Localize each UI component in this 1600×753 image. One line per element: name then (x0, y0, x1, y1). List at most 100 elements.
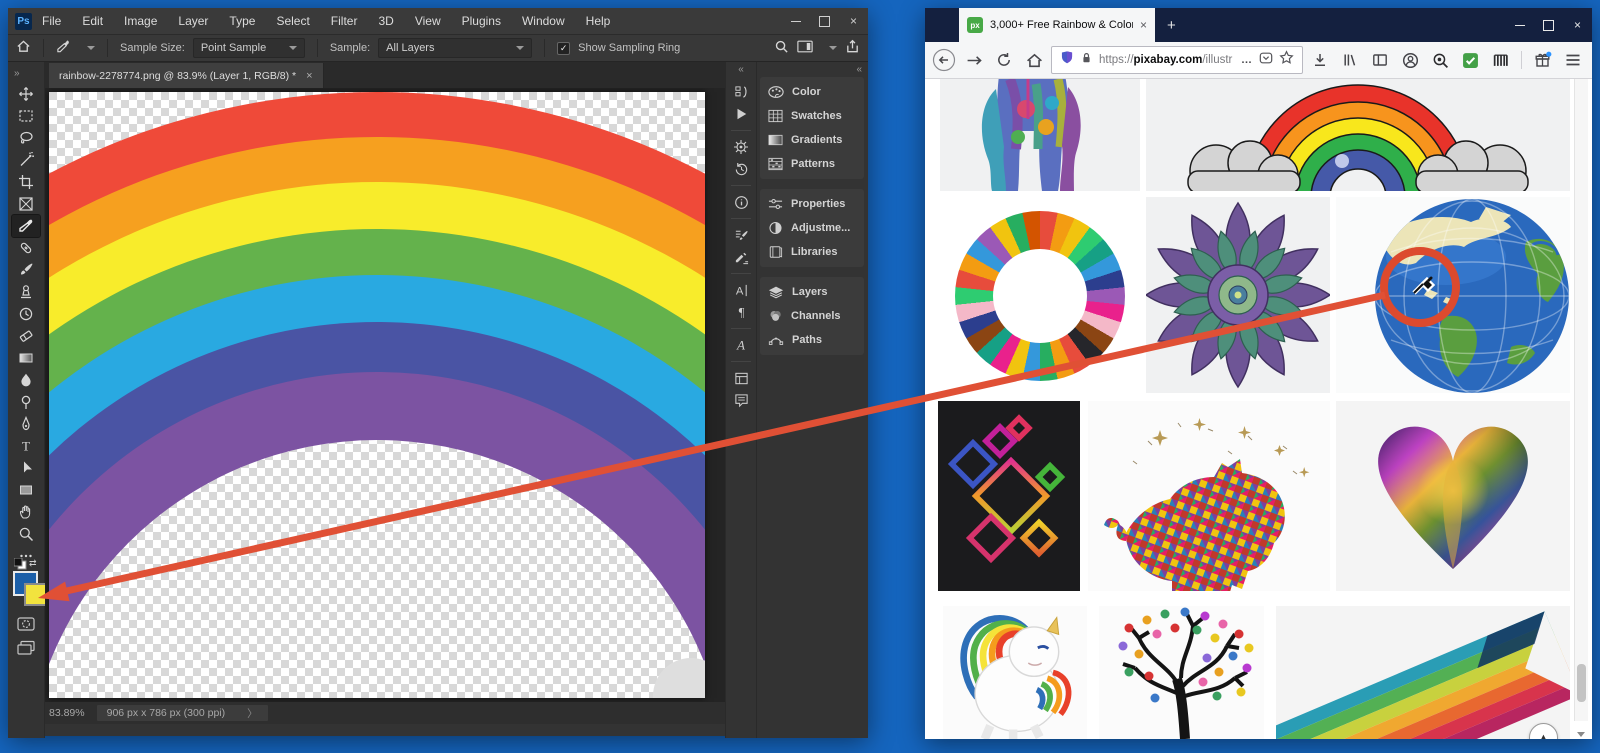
home-button[interactable] (1021, 47, 1047, 73)
clone-stamp-tool[interactable] (12, 281, 40, 303)
image-tile-rainbow-clouds[interactable] (1146, 79, 1570, 191)
sample-dropdown[interactable]: All Layers (378, 38, 532, 58)
spot-healing-brush-tool[interactable] (12, 237, 40, 259)
panel-tab-paths[interactable]: Paths (760, 328, 864, 352)
brush-tool[interactable] (12, 259, 40, 281)
panel-tab-layers[interactable]: Layers (760, 280, 864, 304)
rainbow-canvas[interactable] (49, 92, 705, 698)
glyphs-icon[interactable]: A (729, 334, 753, 356)
swap-colors-icon[interactable]: ⇄ (29, 558, 37, 569)
image-tile-colorful-elephant[interactable] (940, 79, 1140, 191)
frame-tool[interactable] (12, 193, 40, 215)
tracking-shield-icon[interactable] (1060, 50, 1074, 70)
share-icon[interactable] (845, 39, 860, 57)
panel-tab-channels[interactable]: Channels (760, 304, 864, 328)
account-icon[interactable] (1397, 47, 1423, 73)
panel-tab-patterns[interactable]: Patterns (760, 152, 864, 176)
menu-plugins[interactable]: Plugins (462, 14, 501, 28)
page-actions-icon[interactable]: … (1241, 54, 1253, 66)
navigator-icon[interactable] (729, 136, 753, 158)
panel-tab-swatches[interactable]: Swatches (760, 104, 864, 128)
pocket-icon[interactable] (1259, 51, 1273, 70)
notes-icon[interactable] (729, 389, 753, 411)
move-tool[interactable] (12, 83, 40, 105)
screen-mode-icon[interactable] (17, 640, 35, 659)
back-button[interactable] (931, 47, 957, 73)
object-selection-tool[interactable] (12, 149, 40, 171)
image-tile-rainbow-ribbon[interactable] (1276, 606, 1570, 739)
reload-button[interactable] (991, 47, 1017, 73)
hand-tool[interactable] (12, 501, 40, 523)
forward-button[interactable] (961, 47, 987, 73)
image-tile-rainbow-unicorn[interactable] (943, 606, 1087, 739)
scrollbar-thumb[interactable] (1577, 664, 1586, 702)
lock-icon[interactable] (1080, 51, 1093, 70)
paragraph-icon[interactable]: ¶ (729, 301, 753, 323)
blur-tool[interactable] (12, 369, 40, 391)
menu-view[interactable]: View (415, 14, 441, 28)
panel-tab-properties[interactable]: Properties (760, 192, 864, 216)
menu-filter[interactable]: Filter (331, 14, 358, 28)
toolbar-expand-chevrons[interactable]: » (14, 68, 20, 79)
bookmark-star-icon[interactable] (1279, 50, 1294, 70)
panel-tab-gradients[interactable]: Gradients (760, 128, 864, 152)
ps-maximize-button[interactable] (810, 8, 839, 34)
home-icon[interactable] (16, 39, 31, 57)
menu-window[interactable]: Window (522, 14, 565, 28)
sidebar-icon[interactable] (1367, 47, 1393, 73)
brushes-icon[interactable] (729, 246, 753, 268)
image-tile-mandala[interactable] (1146, 197, 1330, 393)
pen-tool[interactable] (12, 413, 40, 435)
gradient-tool[interactable] (12, 347, 40, 369)
path-selection-tool[interactable] (12, 457, 40, 479)
whats-new-gift-icon[interactable] (1530, 47, 1556, 73)
grid-extension-icon[interactable] (1487, 47, 1513, 73)
workspace-icon[interactable] (797, 40, 813, 56)
panel-tab-adjustments[interactable]: Adjustme... (760, 216, 864, 240)
menu-3d[interactable]: 3D (378, 14, 393, 28)
menu-layer[interactable]: Layer (178, 14, 208, 28)
layer-comps-icon[interactable] (729, 367, 753, 389)
tab-close-icon[interactable]: × (1140, 18, 1147, 32)
info-icon[interactable] (729, 191, 753, 213)
search-icon[interactable] (774, 39, 789, 57)
document-dimensions[interactable]: 906 px x 786 px (300 ppi) 〉 (97, 705, 268, 721)
collapse-panels-chevrons[interactable]: « (738, 64, 744, 75)
search-extension-icon[interactable] (1427, 47, 1453, 73)
version-history-icon[interactable] (729, 81, 753, 103)
fx-minimize-button[interactable] (1505, 12, 1534, 38)
scrollbar-down-arrow[interactable] (1577, 732, 1585, 737)
dodge-tool[interactable] (12, 391, 40, 413)
crop-tool[interactable] (12, 171, 40, 193)
eyedropper-tool[interactable] (12, 215, 40, 237)
chevron-down-icon[interactable] (829, 46, 837, 50)
type-tool[interactable]: T (12, 435, 40, 457)
eyedropper-preset-icon[interactable] (56, 39, 71, 57)
download-icon[interactable] (1307, 47, 1333, 73)
menu-type[interactable]: Type (229, 14, 255, 28)
zoom-tool[interactable] (12, 523, 40, 545)
menu-help[interactable]: Help (586, 14, 611, 28)
browser-scrollbar[interactable] (1574, 79, 1588, 721)
image-tile-heart-tree[interactable] (1099, 606, 1264, 739)
image-tile-mosaic-unicorn[interactable] (1088, 401, 1330, 591)
chevron-down-icon[interactable] (87, 46, 95, 50)
actions-icon[interactable] (729, 103, 753, 125)
fx-close-button[interactable]: × (1563, 12, 1592, 38)
new-tab-button[interactable]: + (1167, 17, 1176, 34)
menu-select[interactable]: Select (276, 14, 309, 28)
menu-file[interactable]: File (42, 14, 61, 28)
history-icon[interactable] (729, 158, 753, 180)
image-tile-neon-squares[interactable] (938, 401, 1080, 591)
brush-settings-icon[interactable] (729, 224, 753, 246)
quick-mask-icon[interactable] (17, 616, 35, 635)
background-color-swatch[interactable] (24, 583, 47, 606)
history-brush-tool[interactable] (12, 303, 40, 325)
check-extension-icon[interactable] (1457, 47, 1483, 73)
rectangle-tool[interactable] (12, 479, 40, 501)
eraser-tool[interactable] (12, 325, 40, 347)
panel-tab-libraries[interactable]: Libraries (760, 240, 864, 264)
document-tab[interactable]: rainbow-2278774.png @ 83.9% (Layer 1, RG… (49, 63, 324, 88)
rectangular-marquee-tool[interactable] (12, 105, 40, 127)
sample-size-dropdown[interactable]: Point Sample (193, 38, 305, 58)
